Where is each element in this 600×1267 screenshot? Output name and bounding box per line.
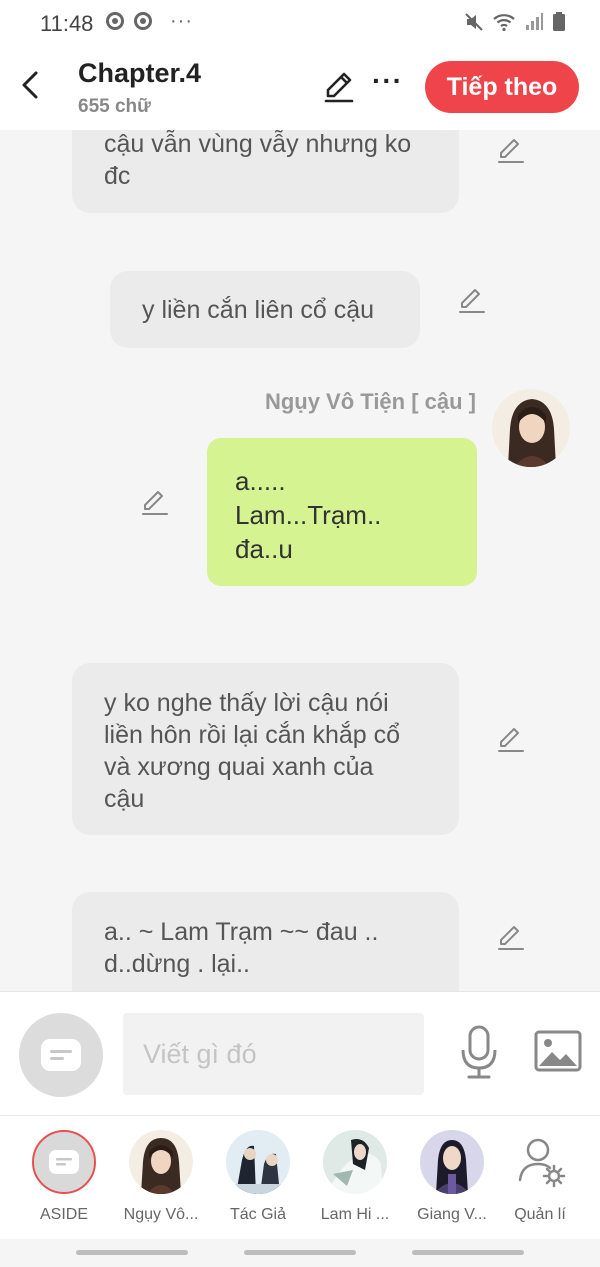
- speaker-name: Ngụy Vô Tiện [ cậu ]: [264, 389, 476, 414]
- character-label: Tác Giả: [229, 1206, 286, 1223]
- chrome-icon: [134, 12, 152, 30]
- character-aside[interactable]: ASIDE: [16, 1130, 112, 1224]
- character-wei-wuxian[interactable]: Ngụy Vô...: [113, 1130, 209, 1224]
- message-input[interactable]: [123, 1013, 424, 1095]
- edit-chapter-button[interactable]: [320, 68, 358, 106]
- edit-message-icon[interactable]: [456, 284, 488, 316]
- chat-bubble-icon: [41, 1039, 81, 1071]
- character-bubble[interactable]: a..... Lam...Trạm.. đa..u: [207, 438, 477, 586]
- character-avatar: [226, 1130, 290, 1194]
- character-author[interactable]: Tác Giả: [210, 1130, 306, 1224]
- recent-apps-button[interactable]: [76, 1250, 188, 1255]
- character-label: Giang V...: [417, 1206, 487, 1223]
- character-text: a..... Lam...Trạm.. đa..u: [235, 466, 382, 564]
- narration-text: y ko nghe thấy lời cậu nói liền hôn rồi …: [104, 689, 401, 813]
- status-notification-icons: ···: [106, 10, 193, 32]
- narration-bubble[interactable]: cậu vẫn vùng vẫy nhưng ko đc: [72, 130, 459, 213]
- mute-icon: [465, 13, 483, 31]
- back-button[interactable]: [14, 68, 48, 102]
- system-navigation-bar: [0, 1239, 600, 1267]
- signal-icon: [526, 13, 543, 30]
- character-giang[interactable]: Giang V...: [404, 1130, 500, 1224]
- author-avatar-icon: [226, 1130, 290, 1194]
- edit-message-icon[interactable]: [139, 486, 171, 518]
- character-selector: ASIDE Ngụy Vô... Tác Giả Lam Hi ... Gian…: [0, 1115, 600, 1239]
- manage-user-icon: [518, 1138, 566, 1188]
- status-time: 11:48: [40, 11, 94, 36]
- lan-hi-avatar-icon: [323, 1130, 387, 1194]
- chapter-header: Chapter.4 655 chữ ··· Tiếp theo: [0, 46, 600, 130]
- narration-bubble[interactable]: a.. ~ Lam Trạm ~~ đau .. d..dừng . lại..: [72, 892, 459, 991]
- character-label: Quản lí: [514, 1206, 566, 1223]
- chat-area[interactable]: cậu vẫn vùng vẫy nhưng ko đc y liền cắn …: [0, 130, 600, 991]
- chrome-icon: [106, 12, 124, 30]
- chat-bubble-icon: [49, 1150, 79, 1174]
- narration-bubble[interactable]: y liền cắn liên cổ cậu: [110, 271, 420, 348]
- home-button[interactable]: [244, 1250, 356, 1255]
- more-notifications-icon: ···: [170, 10, 193, 32]
- character-avatar: [420, 1130, 484, 1194]
- edit-message-icon[interactable]: [495, 723, 527, 755]
- narration-text: a.. ~ Lam Trạm ~~ đau .. d..dừng . lại..: [104, 918, 379, 978]
- narration-text: cậu vẫn vùng vẫy nhưng ko đc: [104, 130, 412, 190]
- back-system-button[interactable]: [412, 1250, 524, 1255]
- character-avatar: [323, 1130, 387, 1194]
- aside-avatar: [32, 1130, 96, 1194]
- character-label: Lam Hi ...: [320, 1206, 390, 1223]
- battery-icon: [553, 12, 565, 31]
- more-options-button[interactable]: ···: [372, 66, 404, 104]
- manage-characters-button[interactable]: Quản lí: [492, 1130, 588, 1224]
- wei-wuxian-avatar-icon: [129, 1130, 193, 1194]
- edit-message-icon[interactable]: [495, 921, 527, 953]
- edit-message-icon[interactable]: [495, 134, 527, 166]
- chapter-title: Chapter.4: [78, 58, 202, 88]
- image-button[interactable]: [534, 1030, 582, 1072]
- wei-wuxian-avatar-icon: [492, 389, 570, 467]
- narration-bubble[interactable]: y ko nghe thấy lời cậu nói liền hôn rồi …: [72, 663, 459, 835]
- aside-toggle-button[interactable]: [19, 1013, 103, 1097]
- narration-text: y liền cắn liên cổ cậu: [142, 296, 375, 324]
- character-label: Ngụy Vô...: [123, 1206, 199, 1223]
- character-lan-hi[interactable]: Lam Hi ...: [307, 1130, 403, 1224]
- message-composer: [0, 991, 600, 1115]
- manage-icon-wrap: [508, 1130, 572, 1194]
- next-chapter-button[interactable]: Tiếp theo: [425, 61, 579, 113]
- status-bar: 11:48 ···: [0, 0, 600, 46]
- character-avatar: [129, 1130, 193, 1194]
- status-system-icons: [464, 12, 566, 32]
- wifi-icon: [493, 14, 515, 32]
- speaker-avatar[interactable]: [492, 389, 570, 467]
- word-count: 655 chữ: [78, 96, 151, 117]
- character-label: ASIDE: [39, 1206, 88, 1223]
- microphone-button[interactable]: [458, 1024, 500, 1080]
- giang-avatar-icon: [420, 1130, 484, 1194]
